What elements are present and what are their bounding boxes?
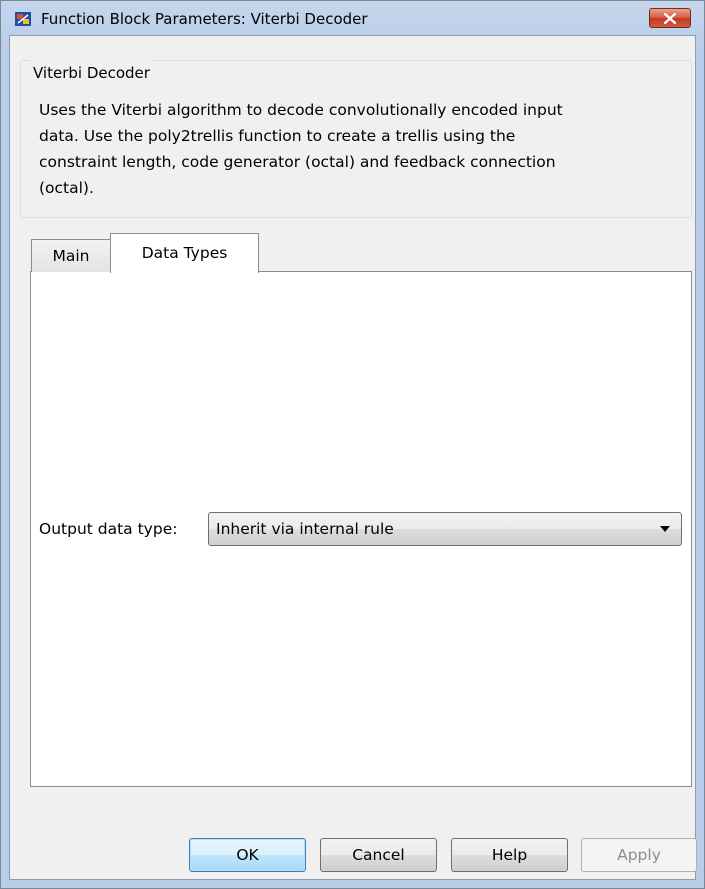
block-description: Uses the Viterbi algorithm to decode con… [39, 97, 684, 201]
close-button[interactable] [649, 8, 691, 28]
chevron-down-icon [660, 526, 670, 532]
description-line: data. Use the poly2trellis function to c… [39, 127, 516, 145]
output-data-type-value: Inherit via internal rule [216, 520, 394, 538]
simulink-block-icon [15, 11, 31, 27]
ok-button[interactable]: OK [189, 838, 306, 872]
window-title: Function Block Parameters: Viterbi Decod… [41, 10, 368, 28]
tab-main[interactable]: Main [31, 239, 111, 272]
apply-button[interactable]: Apply [581, 838, 697, 872]
output-data-type-label: Output data type: [39, 520, 178, 538]
description-line: (octal). [39, 179, 94, 197]
close-icon [664, 13, 676, 24]
group-title: Viterbi Decoder [30, 60, 153, 86]
tab-data-types[interactable]: Data Types [110, 233, 259, 273]
description-line: constraint length, code generator (octal… [39, 153, 556, 171]
cancel-button[interactable]: Cancel [320, 838, 437, 872]
output-data-type-dropdown[interactable]: Inherit via internal rule [208, 512, 682, 546]
help-button[interactable]: Help [451, 838, 568, 872]
description-line: Uses the Viterbi algorithm to decode con… [39, 101, 563, 119]
